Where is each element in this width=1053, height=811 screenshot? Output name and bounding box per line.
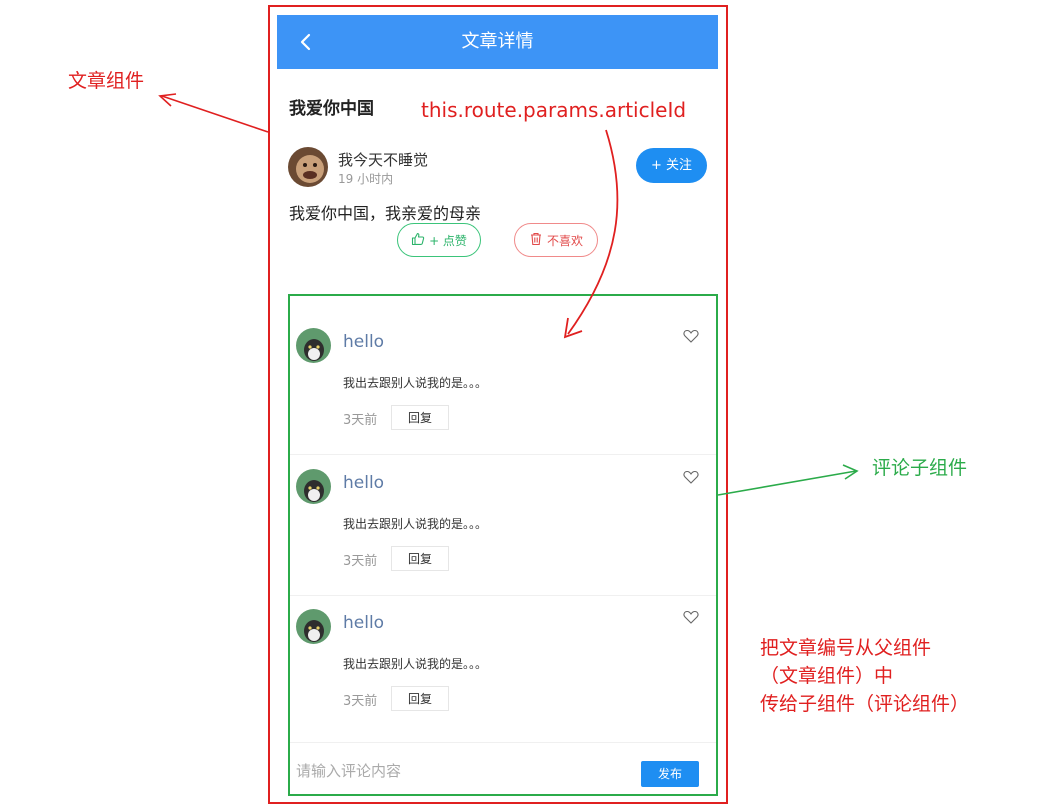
arrow-param-to-comment bbox=[563, 129, 619, 339]
arrow-article-label bbox=[158, 93, 269, 133]
label-comment-child: 评论子组件 bbox=[872, 457, 968, 479]
note-line-2: （文章组件）中 bbox=[760, 665, 894, 687]
note-line-3: 传给子组件（评论组件） bbox=[760, 693, 970, 715]
label-route-param: this.route.params.articleId bbox=[421, 98, 687, 122]
note-line-1: 把文章编号从父组件 bbox=[760, 637, 932, 659]
label-article-component: 文章组件 bbox=[68, 70, 145, 92]
arrow-comment-label bbox=[717, 464, 859, 496]
